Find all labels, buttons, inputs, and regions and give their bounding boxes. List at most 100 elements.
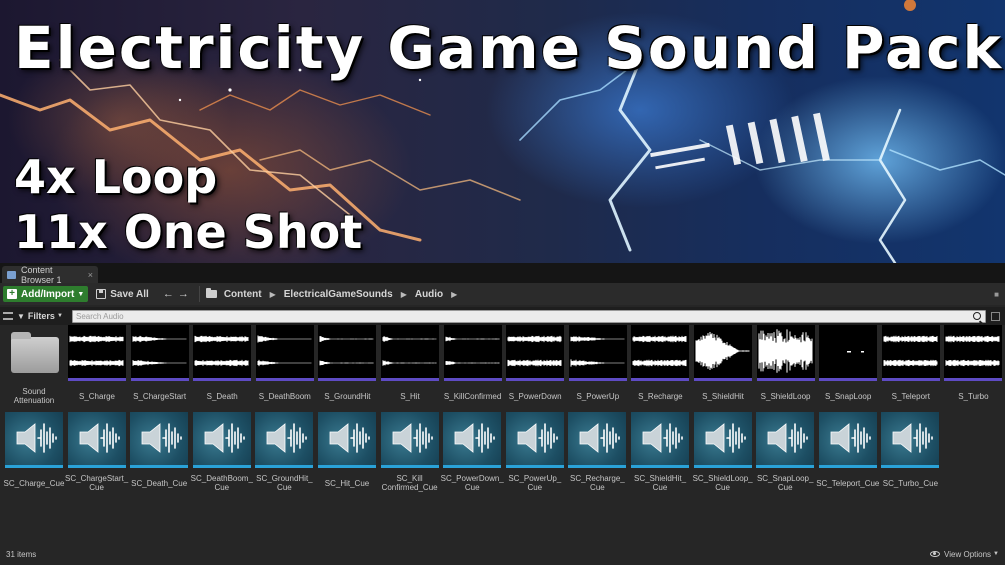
folder-sound-attenuation[interactable]: Sound Attenuation [5, 325, 63, 405]
asset-label-line: SC_Kill [396, 474, 423, 483]
asset-label: S_Turbo [958, 392, 989, 401]
asset-soundcue[interactable]: SC_SnapLoop_ Cue [753, 412, 817, 492]
asset-soundwave[interactable]: S_Recharge [631, 325, 690, 401]
asset-thumbnail [130, 412, 189, 468]
asset-soundcue[interactable]: SC_DeathBoom_ Cue [191, 412, 253, 492]
asset-soundwave[interactable]: S_Charge [68, 325, 126, 401]
asset-soundwave[interactable]: S_ShieldHit [694, 325, 752, 401]
asset-soundwave[interactable]: S_GroundHit [318, 325, 377, 401]
lock-icon[interactable]: ■ [994, 290, 999, 299]
asset-soundcue[interactable]: SC_PowerDown_ Cue [441, 412, 504, 492]
status-bar: 31 items View Options ▼ [0, 543, 1005, 565]
asset-soundwave[interactable]: S_KillConfirmed [443, 325, 502, 401]
asset-label: SC_GroundHit_ Cue [252, 474, 316, 492]
asset-soundwave[interactable]: S_Hit [381, 325, 439, 401]
asset-thumbnail [381, 325, 439, 381]
asset-label: SC_Recharge_ Cue [565, 474, 629, 492]
asset-label: SC_SnapLoop_ Cue [753, 474, 817, 492]
breadcrumb-audio[interactable]: Audio [415, 289, 443, 300]
asset-soundwave[interactable]: S_SnapLoop [819, 325, 878, 401]
speaker-icon [642, 423, 683, 453]
back-arrow-icon[interactable]: ← [163, 288, 178, 300]
asset-soundwave[interactable]: S_Teleport [881, 325, 940, 401]
asset-soundcue[interactable]: SC_Death_Cue [127, 412, 191, 488]
asset-soundwave[interactable]: S_PowerUp [568, 325, 627, 401]
speaker-icon [141, 423, 182, 453]
view-options-label: View Options [944, 549, 992, 559]
asset-type-bar [443, 378, 502, 381]
asset-thumbnail [68, 325, 126, 381]
asset-type-bar [944, 378, 1003, 381]
asset-soundcue[interactable]: SC_GroundHit_ Cue [252, 412, 316, 492]
search-box[interactable] [72, 309, 986, 323]
asset-soundwave[interactable]: S_DeathBoom [255, 325, 314, 401]
asset-soundcue[interactable]: SC_Charge_Cue [4, 412, 64, 488]
asset-thumbnail [506, 325, 565, 381]
speaker-icon [204, 423, 245, 453]
filters-button[interactable]: ▼ Filters ▼ [17, 311, 72, 321]
view-options-button[interactable]: View Options ▼ [930, 550, 999, 559]
asset-type-bar [819, 378, 878, 381]
asset-type-bar [192, 465, 251, 468]
asset-label: S_GroundHit [324, 392, 371, 401]
folder-icon [205, 288, 217, 298]
asset-thumbnail [255, 325, 314, 381]
add-import-button[interactable]: + Add/Import ▼ [3, 286, 89, 302]
asset-type-bar [67, 465, 126, 468]
sources-panel-icon[interactable] [3, 312, 13, 320]
asset-label: SC_Kill Confirmed_Cue [378, 474, 442, 492]
speaker-icon [705, 423, 746, 453]
asset-label: SC_ShieldHit_ Cue [628, 474, 692, 492]
chevron-down-icon: ▼ [993, 551, 999, 557]
search-input[interactable] [76, 311, 974, 321]
asset-label: S_Hit [400, 392, 420, 401]
asset-label-line: Confirmed_Cue [381, 483, 438, 492]
asset-soundcue[interactable]: SC_Turbo_Cue [881, 412, 940, 488]
asset-soundcue[interactable]: SC_Hit_Cue [318, 412, 376, 488]
asset-soundwave[interactable]: S_Turbo [944, 325, 1003, 401]
save-all-button[interactable]: Save All [96, 289, 149, 300]
waveform-icon [132, 335, 187, 366]
asset-soundwave[interactable]: S_ChargeStart [130, 325, 189, 401]
asset-soundcue[interactable]: SC_ShieldLoop_ Cue [693, 412, 753, 492]
breadcrumb-arrow-icon[interactable]: ▶ [270, 290, 276, 299]
save-all-label: Save All [110, 288, 149, 300]
breadcrumb-content[interactable]: Content [224, 289, 262, 300]
waveform-icon [445, 336, 500, 366]
asset-soundcue[interactable]: SC_PowerUp_ Cue [505, 412, 564, 492]
asset-soundwave[interactable]: S_PowerDown [506, 325, 565, 401]
asset-soundcue[interactable]: SC_Kill Confirmed_Cue [378, 412, 442, 492]
asset-label: SC_ChargeStart_ Cue [65, 474, 129, 492]
waveform-icon [758, 329, 813, 373]
search-icon[interactable] [973, 312, 981, 320]
asset-soundwave[interactable]: S_Death [193, 325, 252, 401]
asset-thumbnail [318, 412, 376, 468]
asset-soundcue[interactable]: SC_ChargeStart_ Cue [65, 412, 129, 492]
speaker-icon [392, 423, 433, 453]
breadcrumb-arrow-icon[interactable]: ▶ [401, 290, 407, 299]
asset-thumbnail [318, 325, 377, 381]
asset-type-bar [130, 378, 189, 381]
breadcrumb-arrow-icon[interactable]: ▶ [451, 290, 457, 299]
save-search-icon[interactable] [991, 311, 1000, 321]
forward-arrow-icon[interactable]: → [178, 288, 193, 300]
asset-type-bar [5, 465, 63, 468]
asset-soundcue[interactable]: SC_Teleport_Cue [816, 412, 879, 488]
close-icon[interactable]: × [88, 270, 93, 280]
asset-soundcue[interactable]: SC_ShieldHit_ Cue [631, 412, 689, 492]
asset-thumbnail [944, 325, 1003, 381]
asset-type-bar [756, 465, 815, 468]
waveform-icon [194, 335, 249, 367]
asset-soundcue[interactable]: SC_Recharge_ Cue [565, 412, 629, 492]
asset-soundwave[interactable]: S_ShieldLoop [756, 325, 815, 401]
waveform-icon [695, 332, 750, 370]
waveform-icon [945, 335, 1000, 367]
breadcrumb-electricalgamesounds[interactable]: ElectricalGameSounds [284, 289, 393, 300]
asset-thumbnail [694, 325, 752, 381]
asset-label: SC_Death_Cue [127, 479, 191, 488]
tab-content-browser[interactable]: Content Browser 1 × [2, 265, 98, 285]
waveform-icon [632, 335, 687, 367]
asset-type-bar [255, 378, 314, 381]
save-icon [96, 289, 107, 299]
asset-type-bar [380, 465, 439, 468]
